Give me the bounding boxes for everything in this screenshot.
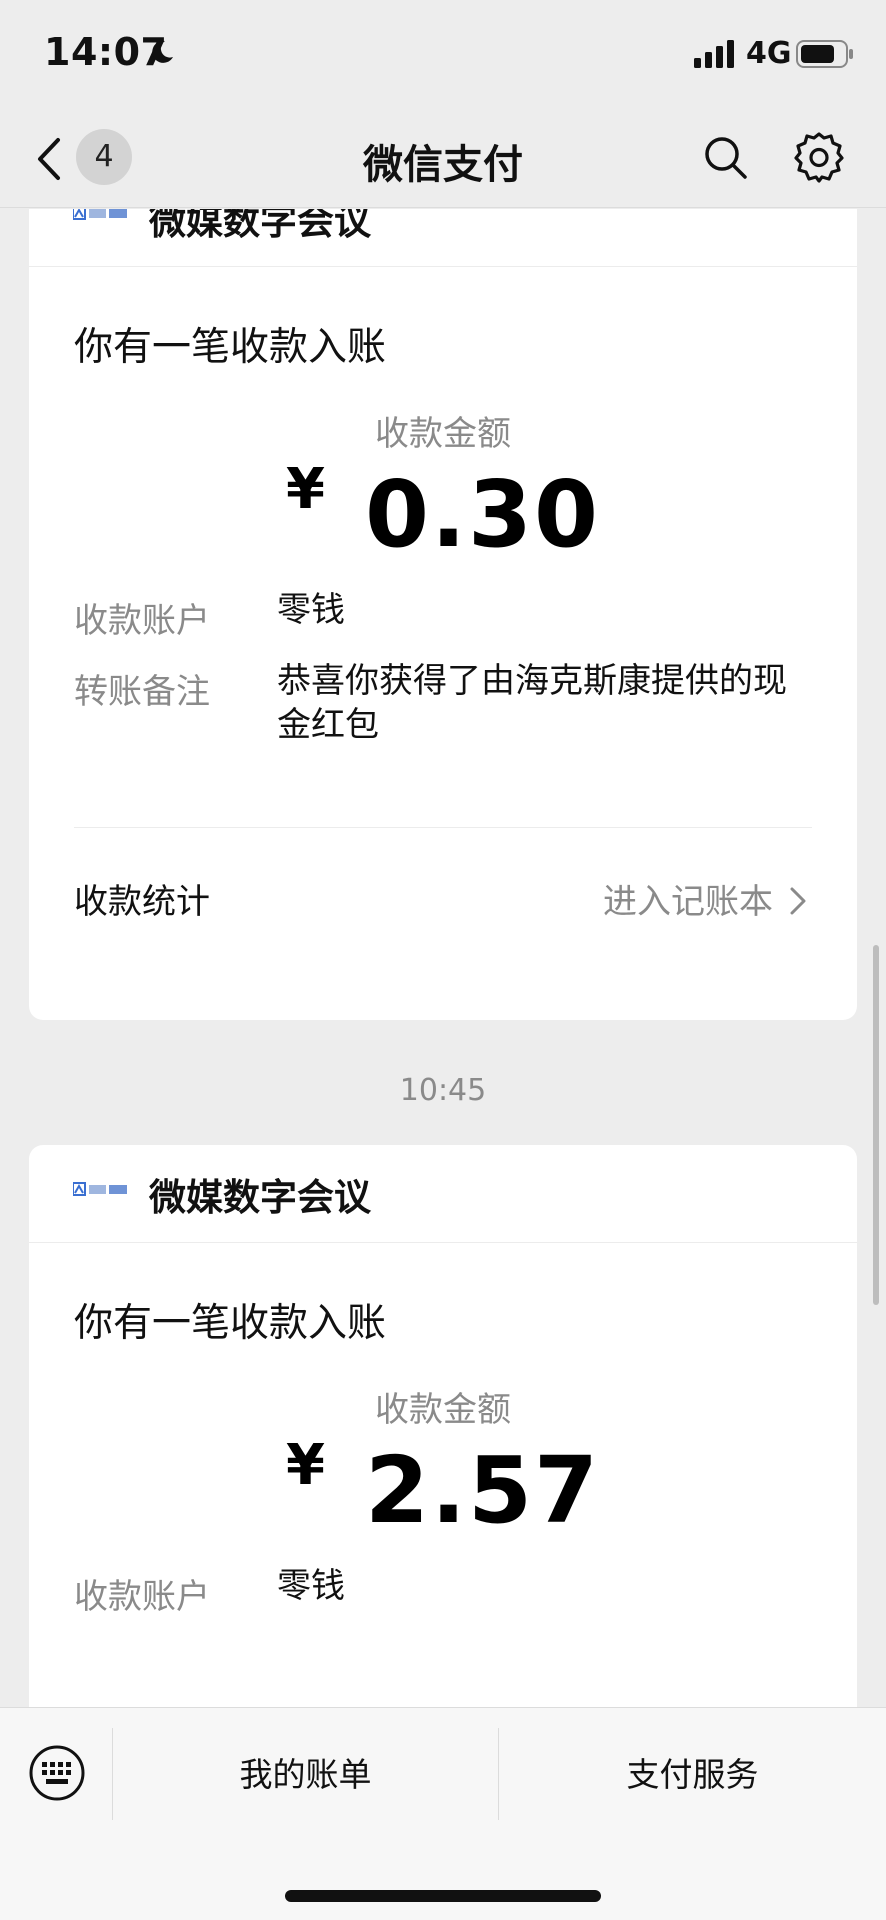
payment-services-button[interactable]: 支付服务 <box>499 1748 886 1796</box>
battery-icon <box>796 40 853 68</box>
amount-value: 0.30 <box>364 461 600 568</box>
payment-notification-card[interactable]: 微媒数字会议 你有一笔收款入账 收款金额 ¥2.57 收款账户 零钱 <box>29 1145 857 1707</box>
payment-notification-card[interactable]: 微媒数字会议 你有一笔收款入账 收款金额 ¥0.30 收款账户 零钱 转账备注 … <box>29 209 857 1020</box>
ledger-link[interactable]: 进入记账本 <box>603 874 807 923</box>
home-indicator[interactable] <box>285 1890 601 1902</box>
currency-symbol: ¥ <box>286 457 325 522</box>
chevron-right-icon <box>790 887 806 915</box>
gear-icon[interactable] <box>794 130 844 184</box>
keyboard-icon[interactable] <box>28 1744 86 1802</box>
page-title: 微信支付 <box>363 142 523 188</box>
note-value: 恭喜你获得了由海克斯康提供的现金红包 <box>277 661 787 745</box>
amount-label: 收款金额 <box>375 414 511 454</box>
brand-name: 微媒数字会议 <box>149 209 371 243</box>
status-bar: 14:07 4G <box>0 0 886 108</box>
card-title: 你有一笔收款入账 <box>74 325 387 370</box>
message-timestamp: 10:45 <box>399 1073 487 1108</box>
account-value: 零钱 <box>277 590 345 630</box>
nav-bar: 4 微信支付 <box>0 108 886 208</box>
amount: ¥0.30 <box>29 457 857 568</box>
note-label: 转账备注 <box>74 672 210 712</box>
card-divider <box>74 827 812 828</box>
account-label: 收款账户 <box>74 1577 210 1617</box>
currency-symbol: ¥ <box>286 1433 325 1498</box>
message-list: 微媒数字会议 你有一笔收款入账 收款金额 ¥0.30 收款账户 零钱 转账备注 … <box>0 209 886 1707</box>
account-value: 零钱 <box>277 1566 345 1606</box>
brand-logo-icon <box>73 209 127 220</box>
moon-icon <box>152 40 173 63</box>
card-header: 微媒数字会议 <box>29 209 857 267</box>
ledger-link-label: 进入记账本 <box>603 882 773 922</box>
account-label: 收款账户 <box>74 601 210 641</box>
network-label: 4G <box>746 36 792 71</box>
scroll-indicator[interactable] <box>873 945 879 1305</box>
signal-icon <box>694 40 734 68</box>
amount-label: 收款金额 <box>375 1390 511 1430</box>
search-icon[interactable] <box>702 134 748 180</box>
brand-logo-icon <box>73 1182 127 1196</box>
brand-name: 微媒数字会议 <box>149 1176 371 1219</box>
screen: 14:07 4G 4 微信支付 微媒数字会议 你有一笔收款入账 收款金额 ¥ 0… <box>0 0 886 1920</box>
amount-value: 2.57 <box>364 1437 600 1544</box>
my-bills-button[interactable]: 我的账单 <box>113 1748 498 1796</box>
card-title: 你有一笔收款入账 <box>74 1301 387 1346</box>
card-header: 微媒数字会议 <box>29 1145 857 1243</box>
stats-label: 收款统计 <box>74 882 210 922</box>
amount: ¥2.57 <box>29 1433 857 1544</box>
bottom-bar: 我的账单 支付服务 <box>0 1707 886 1920</box>
